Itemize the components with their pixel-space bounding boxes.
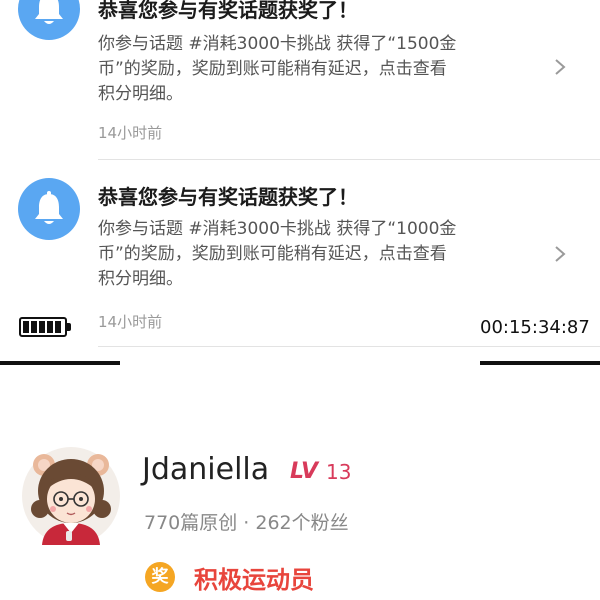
notification-body-line: 积分明细。 [98, 269, 183, 289]
bell-icon [18, 178, 80, 240]
recorder-frame-line [480, 361, 600, 365]
username[interactable]: Jdaniella [142, 452, 269, 487]
notification-body-line: 币”的奖励，奖励到账可能稍有延迟，点击查看 [98, 244, 447, 264]
battery-icon [19, 317, 71, 337]
notification-title: 恭喜您参与有奖话题获奖了！ [98, 185, 358, 209]
notification-time: 14小时前 [98, 313, 163, 331]
notification-title: 恭喜您参与有奖话题获奖了！ [98, 0, 358, 22]
divider [98, 346, 600, 347]
notification-body-line: 你参与话题 #消耗3000卡挑战 获得了“1000金 [98, 219, 457, 239]
notification-body: 你参与话题 #消耗3000卡挑战 获得了“1000金 币”的奖励，奖励到账可能稍… [98, 217, 543, 292]
notification-body-line: 币”的奖励，奖励到账可能稍有延迟，点击查看 [98, 59, 447, 79]
level-number: 13 [326, 460, 352, 484]
notification-body-line: 你参与话题 #消耗3000卡挑战 获得了“1500金 [98, 34, 457, 54]
recording-timecode: 00:15:34:87 [480, 317, 590, 338]
avatar[interactable] [22, 447, 120, 545]
screen: 恭喜您参与有奖话题获奖了！ 你参与话题 #消耗3000卡挑战 获得了“1500金… [0, 0, 600, 600]
level-prefix: LV [290, 459, 319, 484]
profile-stats: 770篇原创 · 262个粉丝 [144, 512, 349, 534]
recorder-frame-line [0, 361, 120, 365]
chevron-right-icon[interactable] [553, 245, 567, 263]
notification-body: 你参与话题 #消耗3000卡挑战 获得了“1500金 币”的奖励，奖励到账可能稍… [98, 32, 543, 107]
award-icon: 奖 [145, 562, 175, 592]
chevron-right-icon[interactable] [553, 58, 567, 76]
notification-item[interactable]: 恭喜您参与有奖话题获奖了！ 你参与话题 #消耗3000卡挑战 获得了“1500金… [0, 0, 600, 160]
bell-icon [18, 0, 80, 40]
badge-label[interactable]: 积极运动员 [194, 560, 314, 595]
notification-body-line: 积分明细。 [98, 84, 183, 104]
notification-time: 14小时前 [98, 124, 163, 142]
